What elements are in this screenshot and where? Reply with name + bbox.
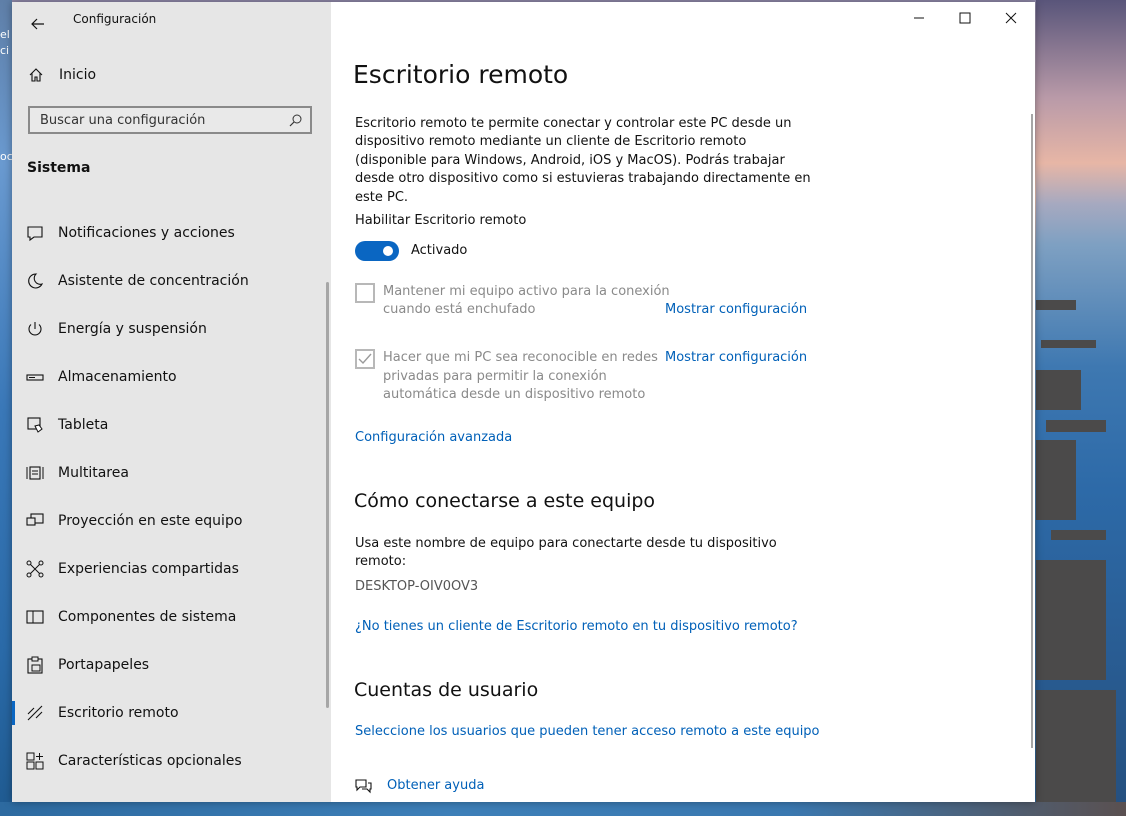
sidebar-item-multitasking[interactable]: Multitarea	[12, 449, 326, 497]
maximize-icon	[959, 12, 971, 24]
sidebar-item-remote-desktop[interactable]: Escritorio remoto	[12, 689, 326, 737]
sidebar-item-focus-assist[interactable]: Asistente de concentración	[12, 257, 326, 305]
section-title: Sistema	[27, 160, 91, 176]
sidebar-item-label: Escritorio remoto	[58, 705, 179, 721]
sidebar-item-label: Inicio	[59, 67, 97, 83]
sidebar-item-system-components[interactable]: Componentes de sistema	[12, 593, 326, 641]
sidebar-item-power[interactable]: Energía y suspensión	[12, 305, 326, 353]
tablet-icon	[27, 417, 43, 433]
shared-icon	[26, 560, 44, 578]
toggle-state-label: Activado	[411, 243, 468, 258]
sidebar-item-label: Multitarea	[58, 465, 129, 481]
components-icon	[26, 610, 44, 624]
desktop-wallpaper-left	[0, 0, 12, 816]
search-placeholder: Buscar una configuración	[40, 113, 206, 128]
help-icon	[355, 779, 372, 794]
desktop-icon-label: ci	[0, 44, 10, 57]
connect-description-line1: Usa este nombre de equipo para conectart…	[355, 536, 777, 551]
sidebar-item-label: Características opcionales	[58, 753, 242, 769]
discoverable-label-line2: privadas para permitir la conexión	[383, 369, 607, 384]
sidebar-scrollbar[interactable]	[326, 282, 329, 708]
help-link[interactable]: Obtener ayuda	[387, 778, 484, 793]
projection-icon	[26, 513, 44, 526]
no-client-link[interactable]: ¿No tienes un cliente de Escritorio remo…	[355, 619, 798, 634]
close-icon	[1005, 12, 1017, 24]
notification-icon	[27, 226, 43, 242]
moon-icon	[28, 273, 44, 289]
select-users-link[interactable]: Seleccione los usuarios que pueden tener…	[355, 724, 820, 739]
sidebar-item-label: Almacenamiento	[58, 369, 177, 385]
desktop-wallpaper-right	[1036, 0, 1126, 816]
sidebar-item-label: Proyección en este equipo	[58, 513, 243, 529]
sidebar-item-label: Energía y suspensión	[58, 321, 207, 337]
page-title: Escritorio remoto	[353, 60, 569, 89]
maximize-button[interactable]	[942, 2, 988, 34]
settings-window: Configuración Inicio Buscar una configur…	[12, 2, 1035, 802]
search-input[interactable]: Buscar una configuración	[28, 106, 312, 134]
sidebar-nav: Notificaciones y acciones Asistente de c…	[12, 209, 326, 785]
connect-description-line2: remoto:	[355, 554, 407, 569]
taskbar-area	[0, 802, 1126, 816]
sidebar-item-home[interactable]: Inicio	[12, 60, 331, 90]
pc-name: DESKTOP-OIV0OV3	[355, 579, 479, 594]
desktop-icon-label: oc	[0, 150, 13, 163]
sidebar-item-clipboard[interactable]: Portapapeles	[12, 641, 326, 689]
multitask-icon	[26, 466, 44, 480]
arrow-left-icon	[31, 18, 44, 30]
search-icon	[289, 114, 302, 127]
sidebar-item-notifications[interactable]: Notificaciones y acciones	[12, 209, 326, 257]
minimize-button[interactable]	[896, 2, 942, 34]
sidebar-item-label: Asistente de concentración	[58, 273, 249, 289]
discoverable-label-line1: Hacer que mi PC sea reconocible en redes	[383, 350, 658, 365]
home-icon	[29, 68, 43, 82]
sidebar-item-storage[interactable]: Almacenamiento	[12, 353, 326, 401]
content-scrollbar[interactable]	[1031, 114, 1033, 748]
keep-awake-label-line2: cuando está enchufado	[383, 302, 536, 317]
remote-desktop-toggle[interactable]	[355, 241, 399, 261]
sidebar-item-label: Componentes de sistema	[58, 609, 237, 625]
storage-icon	[26, 374, 44, 381]
show-settings-link-2[interactable]: Mostrar configuración	[665, 350, 807, 365]
sidebar-item-label: Experiencias compartidas	[58, 561, 239, 577]
main-content: Escritorio remoto Escritorio remoto te p…	[331, 2, 1035, 802]
keep-awake-checkbox[interactable]	[355, 283, 375, 303]
sidebar-item-shared-experiences[interactable]: Experiencias compartidas	[12, 545, 326, 593]
show-settings-link-1[interactable]: Mostrar configuración	[665, 302, 807, 317]
remote-desktop-icon	[27, 705, 43, 721]
close-button[interactable]	[988, 2, 1034, 34]
sidebar: Configuración Inicio Buscar una configur…	[12, 2, 331, 802]
sidebar-item-projection[interactable]: Proyección en este equipo	[12, 497, 326, 545]
page-description: Escritorio remoto te permite conectar y …	[355, 116, 811, 205]
clipboard-icon	[27, 656, 43, 674]
sidebar-item-optional-features[interactable]: Características opcionales	[12, 737, 326, 785]
power-icon	[28, 322, 42, 336]
sidebar-item-tablet[interactable]: Tableta	[12, 401, 326, 449]
sidebar-item-label: Notificaciones y acciones	[58, 225, 235, 241]
app-title: Configuración	[73, 12, 157, 26]
sidebar-item-label: Tableta	[58, 417, 109, 433]
sidebar-item-label: Portapapeles	[58, 657, 150, 673]
optional-features-icon	[26, 752, 44, 770]
minimize-icon	[914, 17, 924, 19]
checkmark-icon	[358, 353, 372, 365]
advanced-settings-link[interactable]: Configuración avanzada	[355, 430, 512, 445]
discoverable-checkbox[interactable]	[355, 349, 375, 369]
desktop-icon-label: el	[0, 28, 10, 41]
back-button[interactable]	[24, 10, 52, 38]
connect-heading: Cómo conectarse a este equipo	[354, 490, 656, 512]
keep-awake-label-line1: Mantener mi equipo activo para la conexi…	[383, 284, 670, 299]
enable-label: Habilitar Escritorio remoto	[355, 213, 527, 228]
accounts-heading: Cuentas de usuario	[354, 679, 539, 701]
discoverable-label-line3: automática desde un dispositivo remoto	[383, 387, 646, 402]
